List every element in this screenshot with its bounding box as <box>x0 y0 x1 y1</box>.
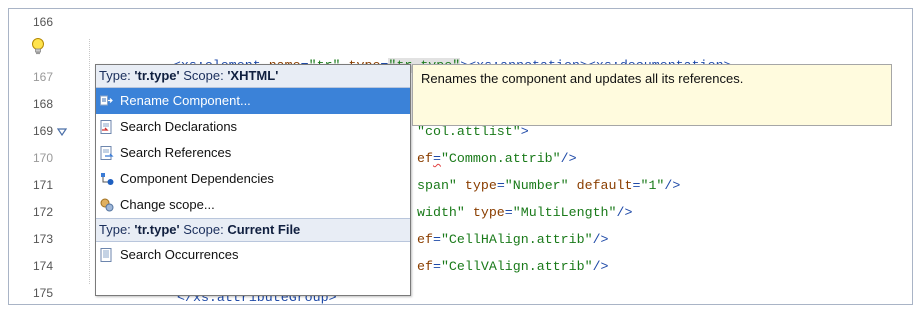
line-number: 171 <box>33 178 54 192</box>
search-occurrences-item[interactable]: Search Occurrences <box>96 242 410 268</box>
quick-assist-lightbulb-icon[interactable] <box>31 37 45 57</box>
popup-header-current-file: Type: 'tr.type' Scope: Current File <box>96 218 410 242</box>
search-declarations-item[interactable]: Search Declarations <box>96 114 410 140</box>
refactoring-popup-menu[interactable]: Type: 'tr.type' Scope: 'XHTML' Rename Co… <box>95 64 411 296</box>
code-fragment: span" type="Number" default="1"/> <box>417 178 681 193</box>
rename-component-item[interactable]: Rename Component... <box>96 88 410 114</box>
line-number: 172 <box>33 205 54 219</box>
tooltip-text: Renames the component and updates all it… <box>421 71 744 86</box>
line-number: 166 <box>33 15 54 29</box>
component-dependencies-item[interactable]: Component Dependencies <box>96 166 410 192</box>
search-occurrences-icon <box>100 248 112 262</box>
line-number: 175 <box>33 286 54 300</box>
gutter-divider <box>89 39 90 284</box>
code-fragment: ef="Common.attrib"/> <box>417 151 577 166</box>
line-number: 173 <box>33 232 54 246</box>
code-fragment: ef="CellHAlign.attrib"/> <box>417 232 609 247</box>
line-number-gutter: 166 167 168 169 170 171 172 173 174 175 <box>9 9 81 304</box>
search-declarations-icon <box>100 120 112 134</box>
component-dependencies-icon <box>101 173 114 185</box>
change-scope-item[interactable]: Change scope... <box>96 192 410 218</box>
popup-header-xhtml: Type: 'tr.type' Scope: 'XHTML' <box>96 65 410 88</box>
code-fragment: "col.attlist"> <box>417 124 529 139</box>
line-number: 170 <box>33 151 54 165</box>
line-number: 167 <box>33 70 54 84</box>
line-number: 168 <box>33 97 54 111</box>
code-fragment: width" type="MultiLength"/> <box>417 205 633 220</box>
fold-collapse-icon[interactable] <box>57 128 67 136</box>
rename-icon <box>100 95 113 106</box>
line-number: 174 <box>33 259 54 273</box>
line-number: 169 <box>33 124 54 138</box>
code-fragment: ef="CellVAlign.attrib"/> <box>417 259 609 274</box>
action-description-tooltip: Renames the component and updates all it… <box>412 64 892 126</box>
search-references-item[interactable]: Search References <box>96 140 410 166</box>
search-references-icon <box>100 146 114 160</box>
change-scope-icon <box>100 198 114 212</box>
